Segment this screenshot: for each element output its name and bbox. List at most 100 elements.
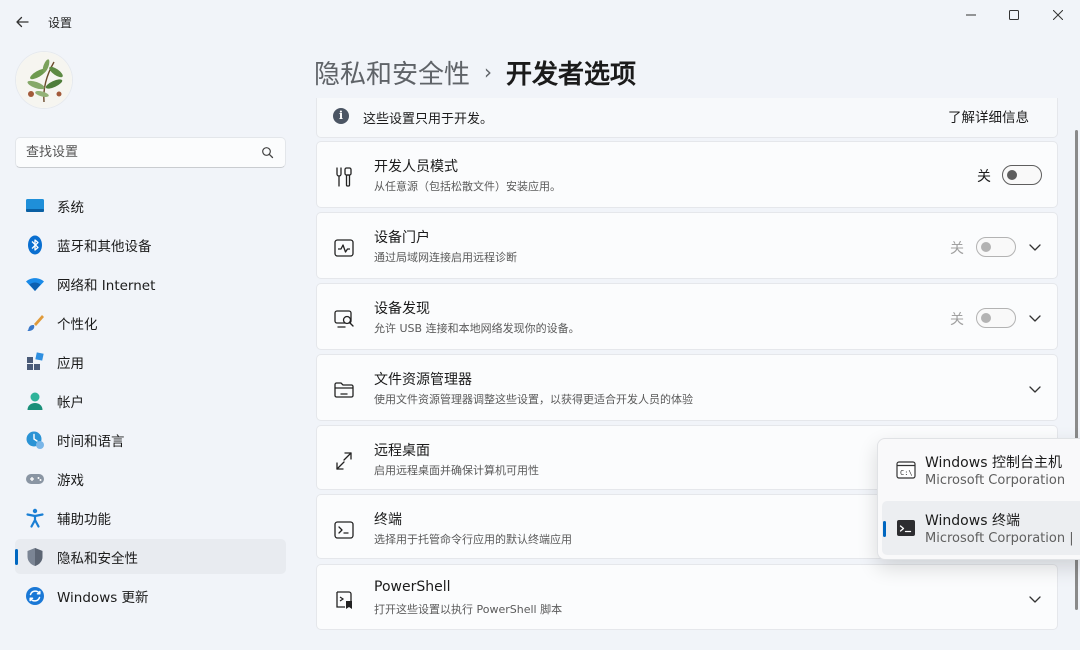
card-title: 终端 (374, 512, 402, 528)
user-avatar[interactable] (16, 52, 72, 108)
card-developer-mode: 开发人员模式 从任意源（包括松散文件）安装应用。 关 (316, 141, 1058, 208)
time-language-icon (25, 430, 45, 450)
sidebar-item-accessibility[interactable]: 辅助功能 (15, 500, 286, 535)
sidebar-item-bluetooth[interactable]: 蓝牙和其他设备 (15, 227, 286, 262)
chevron-down-icon[interactable] (1028, 592, 1042, 606)
gamepad-icon (25, 469, 45, 489)
folder-icon (334, 382, 354, 398)
card-title: 文件资源管理器 (374, 372, 472, 388)
device-portal-icon (334, 239, 354, 257)
chevron-down-icon[interactable] (1028, 382, 1042, 396)
menu-item-subtitle: Microsoft Corporation (925, 473, 1066, 488)
sidebar-item-label: 游戏 (57, 472, 84, 489)
sidebar-item-network[interactable]: 网络和 Internet (15, 266, 286, 301)
card-file-explorer[interactable]: 文件资源管理器 使用文件资源管理器调整这些设置，以获得更适合开发人员的体验 (316, 354, 1058, 421)
search-icon[interactable] (261, 146, 275, 160)
device-discovery-toggle[interactable] (976, 308, 1016, 328)
card-device-portal[interactable]: 设备门户 通过局域网连接启用远程诊断 关 (316, 212, 1058, 279)
developer-mode-toggle[interactable] (1002, 165, 1042, 185)
sidebar-item-personalization[interactable]: 个性化 (15, 305, 286, 340)
learn-more-link[interactable]: 了解详细信息 (948, 106, 1029, 126)
sidebar-nav: 系统 蓝牙和其他设备 网络和 Internet 个性化 应用 帐户 时间和语言 … (15, 188, 286, 617)
toggle-state-label: 关 (977, 169, 991, 185)
device-discovery-icon (334, 310, 354, 328)
card-title: 开发人员模式 (374, 159, 458, 175)
card-description: 允许 USB 连接和本地网络发现你的设备。 (374, 322, 580, 335)
info-text: 这些设置只用于开发。 (363, 112, 494, 127)
sidebar-item-gaming[interactable]: 游戏 (15, 461, 286, 496)
windows-terminal-icon (897, 520, 915, 536)
chevron-down-icon[interactable] (1028, 240, 1042, 254)
toggle-knob (981, 313, 991, 323)
sidebar-item-accounts[interactable]: 帐户 (15, 383, 286, 418)
shield-icon (25, 547, 45, 567)
developer-tools-icon (336, 167, 352, 187)
console-host-icon: C:\ (896, 461, 916, 479)
maximize-icon (1009, 10, 1019, 20)
toggle-state-label: 关 (950, 312, 964, 328)
card-description: 从任意源（包括松散文件）安装应用。 (374, 180, 561, 193)
wifi-icon (25, 274, 45, 294)
card-title: PowerShell (374, 579, 451, 595)
minimize-button[interactable] (955, 4, 987, 26)
breadcrumb-parent[interactable]: 隐私和安全性 (314, 54, 470, 91)
minimize-icon (966, 14, 976, 16)
info-icon: i (333, 108, 349, 124)
card-title: 设备发现 (374, 301, 430, 317)
sidebar-item-label: 蓝牙和其他设备 (57, 238, 152, 255)
terminal-icon (334, 521, 354, 539)
card-description: 通过局域网连接启用远程诊断 (374, 251, 517, 264)
remote-desktop-icon (336, 452, 352, 470)
apps-icon (25, 351, 45, 372)
menu-item-subtitle: Microsoft Corporation | (925, 531, 1074, 546)
svg-text:C:\: C:\ (900, 469, 913, 477)
search-input[interactable] (26, 145, 246, 160)
back-button[interactable] (8, 8, 36, 36)
bluetooth-icon (25, 235, 45, 255)
card-description: 使用文件资源管理器调整这些设置，以获得更适合开发人员的体验 (374, 393, 693, 406)
close-button[interactable] (1042, 4, 1074, 26)
card-description: 启用远程桌面并确保计算机可用性 (374, 464, 539, 477)
windows-update-icon (25, 586, 45, 606)
settings-content: i 这些设置只用于开发。 了解详细信息 开发人员模式 从任意源（包括松散文件）安… (316, 98, 1058, 650)
system-icon (25, 196, 45, 216)
sidebar-item-label: 时间和语言 (57, 433, 125, 450)
search-box[interactable] (15, 137, 286, 168)
sidebar-item-label: Windows 更新 (57, 589, 149, 606)
menu-item-windows-terminal[interactable]: Windows 终端 Microsoft Corporation | (882, 501, 1080, 555)
sidebar-item-apps[interactable]: 应用 (15, 344, 286, 379)
card-device-discovery[interactable]: 设备发现 允许 USB 连接和本地网络发现你的设备。 关 (316, 283, 1058, 350)
maximize-button[interactable] (998, 4, 1030, 26)
sidebar-item-system[interactable]: 系统 (15, 188, 286, 223)
card-description: 打开这些设置以执行 PowerShell 脚本 (374, 603, 563, 616)
terminal-dropdown-menu: C:\ Windows 控制台主机 Microsoft Corporation … (877, 438, 1080, 560)
back-arrow-icon (16, 16, 29, 28)
breadcrumb-separator: › (484, 60, 493, 84)
info-bar: i 这些设置只用于开发。 了解详细信息 (316, 98, 1058, 138)
plant-avatar-icon (16, 52, 72, 108)
sidebar-item-label: 系统 (57, 199, 84, 216)
toggle-knob (1007, 170, 1017, 180)
sidebar-item-label: 帐户 (57, 394, 84, 411)
app-title: 设置 (48, 16, 73, 30)
menu-item-title: Windows 控制台主机 (925, 455, 1062, 471)
close-icon (1053, 10, 1063, 20)
menu-item-title: Windows 终端 (925, 513, 1020, 529)
brush-icon (25, 313, 45, 333)
sidebar-item-label: 应用 (57, 355, 84, 372)
sidebar-item-time-language[interactable]: 时间和语言 (15, 422, 286, 457)
card-powershell[interactable]: PowerShell 打开这些设置以执行 PowerShell 脚本 (316, 564, 1058, 630)
powershell-icon (336, 591, 352, 609)
card-description: 选择用于托管命令行应用的默认终端应用 (374, 533, 572, 546)
sidebar-item-label: 辅助功能 (57, 511, 111, 528)
sidebar-item-windows-update[interactable]: Windows 更新 (15, 578, 286, 613)
sidebar-item-label: 隐私和安全性 (57, 550, 138, 567)
sidebar-item-privacy-security[interactable]: 隐私和安全性 (15, 539, 286, 574)
toggle-knob (981, 242, 991, 252)
menu-item-console-host[interactable]: C:\ Windows 控制台主机 Microsoft Corporation (882, 443, 1080, 497)
breadcrumb: 隐私和安全性 › 开发者选项 (314, 52, 636, 92)
chevron-down-icon[interactable] (1028, 311, 1042, 325)
sidebar-item-label: 网络和 Internet (57, 277, 156, 294)
device-portal-toggle[interactable] (976, 237, 1016, 257)
accessibility-icon (25, 508, 45, 528)
